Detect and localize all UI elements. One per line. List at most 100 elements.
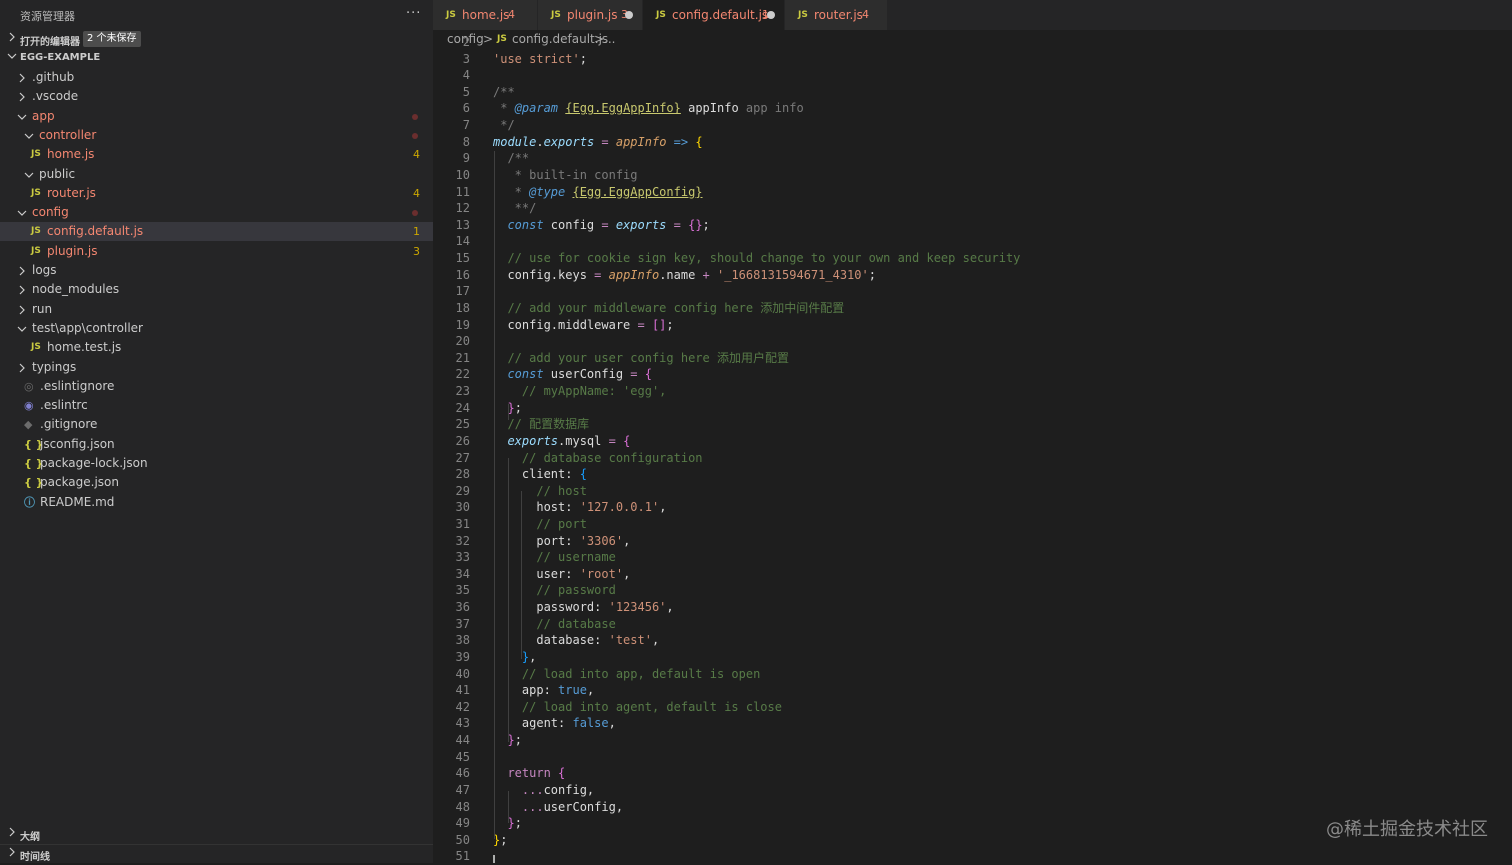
outline-section[interactable]: 大纲 bbox=[0, 825, 433, 844]
more-actions-icon[interactable]: ··· bbox=[406, 6, 421, 21]
chevron-right-icon bbox=[19, 363, 25, 372]
code-line[interactable]: 14 bbox=[433, 233, 1512, 250]
code-line[interactable]: 41 app: true, bbox=[433, 682, 1512, 699]
tree-item-label: typings bbox=[32, 359, 77, 374]
code-line[interactable]: 26 exports.mysql = { bbox=[433, 433, 1512, 450]
tree-folder[interactable]: config bbox=[0, 203, 433, 222]
tree-folder[interactable]: controller bbox=[0, 126, 433, 145]
code-line[interactable]: 27 // database configuration bbox=[433, 450, 1512, 467]
code-text: agent: false, bbox=[493, 716, 616, 731]
indent-guide bbox=[494, 151, 495, 839]
tree-folder[interactable]: public bbox=[0, 165, 433, 184]
tree-file[interactable]: ◉ .eslintrc bbox=[0, 396, 433, 415]
code-text: * @type {Egg.EggAppConfig} bbox=[493, 184, 703, 199]
code-line[interactable]: 2 bbox=[433, 34, 1512, 51]
code-line[interactable]: 6 * @param {Egg.EggAppInfo} appInfo app … bbox=[433, 100, 1512, 117]
line-number: 6 bbox=[462, 101, 470, 116]
code-line[interactable]: 21 // add your user config here 添加用户配置 bbox=[433, 350, 1512, 367]
code-line[interactable]: 20 bbox=[433, 333, 1512, 350]
tree-folder[interactable]: run bbox=[0, 300, 433, 319]
code-line[interactable]: 38 database: 'test', bbox=[433, 632, 1512, 649]
error-dot-icon bbox=[412, 132, 418, 139]
code-line[interactable]: 8 module.exports = appInfo => { bbox=[433, 134, 1512, 151]
tree-file[interactable]: ◎ .eslintignore bbox=[0, 377, 433, 396]
tree-item-label: config bbox=[32, 205, 69, 220]
tree-file[interactable]: JS plugin.js 3 bbox=[0, 242, 433, 261]
tree-folder[interactable]: .vscode bbox=[0, 87, 433, 106]
unsaved-dot-icon[interactable] bbox=[767, 11, 775, 19]
code-line[interactable]: 12 **/ bbox=[433, 200, 1512, 217]
code-line[interactable]: 42 // load into agent, default is close bbox=[433, 699, 1512, 716]
code-line[interactable]: 44 }; bbox=[433, 732, 1512, 749]
code-line[interactable]: 30 host: '127.0.0.1', bbox=[433, 499, 1512, 516]
code-line[interactable]: 9 /** bbox=[433, 150, 1512, 167]
code-line[interactable]: 35 // password bbox=[433, 582, 1512, 599]
code-line[interactable]: 23 // myAppName: 'egg', bbox=[433, 383, 1512, 400]
explorer-header: 资源管理器 ··· bbox=[0, 0, 433, 30]
code-line[interactable]: 33 // username bbox=[433, 549, 1512, 566]
open-editors-section[interactable]: 打开的编辑器 2 个未保存 bbox=[0, 30, 433, 49]
js-file-icon: JS bbox=[31, 149, 41, 160]
line-number: 47 bbox=[455, 782, 470, 797]
code-editor[interactable]: 2 3'use strict'; 4 5/** 6 * @param {Egg.EggA… bbox=[433, 35, 1512, 863]
code-text: ...userConfig, bbox=[493, 799, 624, 814]
chevron-right-icon bbox=[9, 32, 15, 42]
tree-file[interactable]: ⓘ README.md bbox=[0, 493, 433, 512]
tree-file[interactable]: JS home.js 4 bbox=[0, 145, 433, 164]
code-line[interactable]: 24 }; bbox=[433, 400, 1512, 417]
code-line[interactable]: 28 client: { bbox=[433, 466, 1512, 483]
code-line[interactable]: 32 port: '3306', bbox=[433, 533, 1512, 550]
code-line[interactable]: 25 // 配置数据库 bbox=[433, 416, 1512, 433]
tree-file[interactable]: ◆ .gitignore bbox=[0, 415, 433, 434]
code-line[interactable]: 19 config.middleware = []; bbox=[433, 317, 1512, 334]
code-line[interactable]: 17 bbox=[433, 283, 1512, 300]
code-line[interactable]: 40 // load into app, default is open bbox=[433, 666, 1512, 683]
code-line[interactable]: 39 }, bbox=[433, 649, 1512, 666]
tree-folder[interactable]: app bbox=[0, 107, 433, 126]
code-line[interactable]: 4 bbox=[433, 67, 1512, 84]
unsaved-dot-icon[interactable] bbox=[625, 11, 633, 19]
code-line[interactable]: 47 ...config, bbox=[433, 782, 1512, 799]
code-line[interactable]: 37 // database bbox=[433, 616, 1512, 633]
code-line[interactable]: 22 const userConfig = { bbox=[433, 366, 1512, 383]
code-line[interactable]: 15 // use for cookie sign key, should ch… bbox=[433, 250, 1512, 267]
code-line[interactable]: 43 agent: false, bbox=[433, 715, 1512, 732]
code-line[interactable]: 18 // add your middleware config here 添加… bbox=[433, 300, 1512, 317]
code-line[interactable]: 10 * built-in config bbox=[433, 167, 1512, 184]
tree-folder[interactable]: node_modules bbox=[0, 280, 433, 299]
editor-tab[interactable]: JS home.js 4 bbox=[433, 0, 538, 30]
workspace-folder-section[interactable]: EGG-EXAMPLE bbox=[0, 49, 433, 68]
code-line[interactable]: 11 * @type {Egg.EggAppConfig} bbox=[433, 184, 1512, 201]
tree-file[interactable]: JS config.default.js 1 bbox=[0, 222, 433, 242]
code-line[interactable]: 31 // port bbox=[433, 516, 1512, 533]
editor-tab[interactable]: JS router.js 4 bbox=[785, 0, 888, 30]
code-line[interactable]: 3 'use strict'; bbox=[433, 51, 1512, 68]
tree-folder[interactable]: logs bbox=[0, 261, 433, 280]
code-line[interactable]: 45 bbox=[433, 749, 1512, 766]
tree-folder[interactable]: typings bbox=[0, 358, 433, 377]
tree-folder[interactable]: .github bbox=[0, 68, 433, 87]
explorer-sidebar: 资源管理器 ··· 打开的编辑器 2 个未保存 EGG-EXAMPLE .git… bbox=[0, 0, 433, 863]
code-line[interactable]: 7 */ bbox=[433, 117, 1512, 134]
code-line[interactable]: 13 const config = exports = {}; bbox=[433, 217, 1512, 234]
code-line[interactable]: 29 // host bbox=[433, 483, 1512, 500]
code-text: user: 'root', bbox=[493, 566, 631, 581]
timeline-section[interactable]: 时间线 bbox=[0, 844, 433, 864]
tree-file[interactable]: { } package-lock.json bbox=[0, 454, 433, 473]
code-line[interactable]: 36 password: '123456', bbox=[433, 599, 1512, 616]
line-number: 8 bbox=[462, 134, 470, 149]
editor-tab[interactable]: JS config.default.js 1 bbox=[643, 0, 785, 30]
code-line[interactable]: 48 ...userConfig, bbox=[433, 799, 1512, 816]
code-text: * built-in config bbox=[493, 167, 638, 182]
code-line[interactable]: 16 config.keys = appInfo.name + '_166813… bbox=[433, 267, 1512, 284]
tree-file[interactable]: { } jsconfig.json bbox=[0, 435, 433, 454]
code-line[interactable]: 5 /** bbox=[433, 84, 1512, 101]
tree-folder[interactable]: test\app\controller bbox=[0, 319, 433, 338]
code-line[interactable]: 34 user: 'root', bbox=[433, 566, 1512, 583]
editor-tab[interactable]: JSplugin.js3 bbox=[538, 0, 643, 30]
code-line[interactable]: 46 return { bbox=[433, 765, 1512, 782]
tree-file[interactable]: { } package.json bbox=[0, 473, 433, 492]
tree-file[interactable]: JS router.js 4 bbox=[0, 184, 433, 203]
error-dot-icon bbox=[412, 210, 418, 217]
tree-file[interactable]: JS home.test.js bbox=[0, 338, 433, 357]
